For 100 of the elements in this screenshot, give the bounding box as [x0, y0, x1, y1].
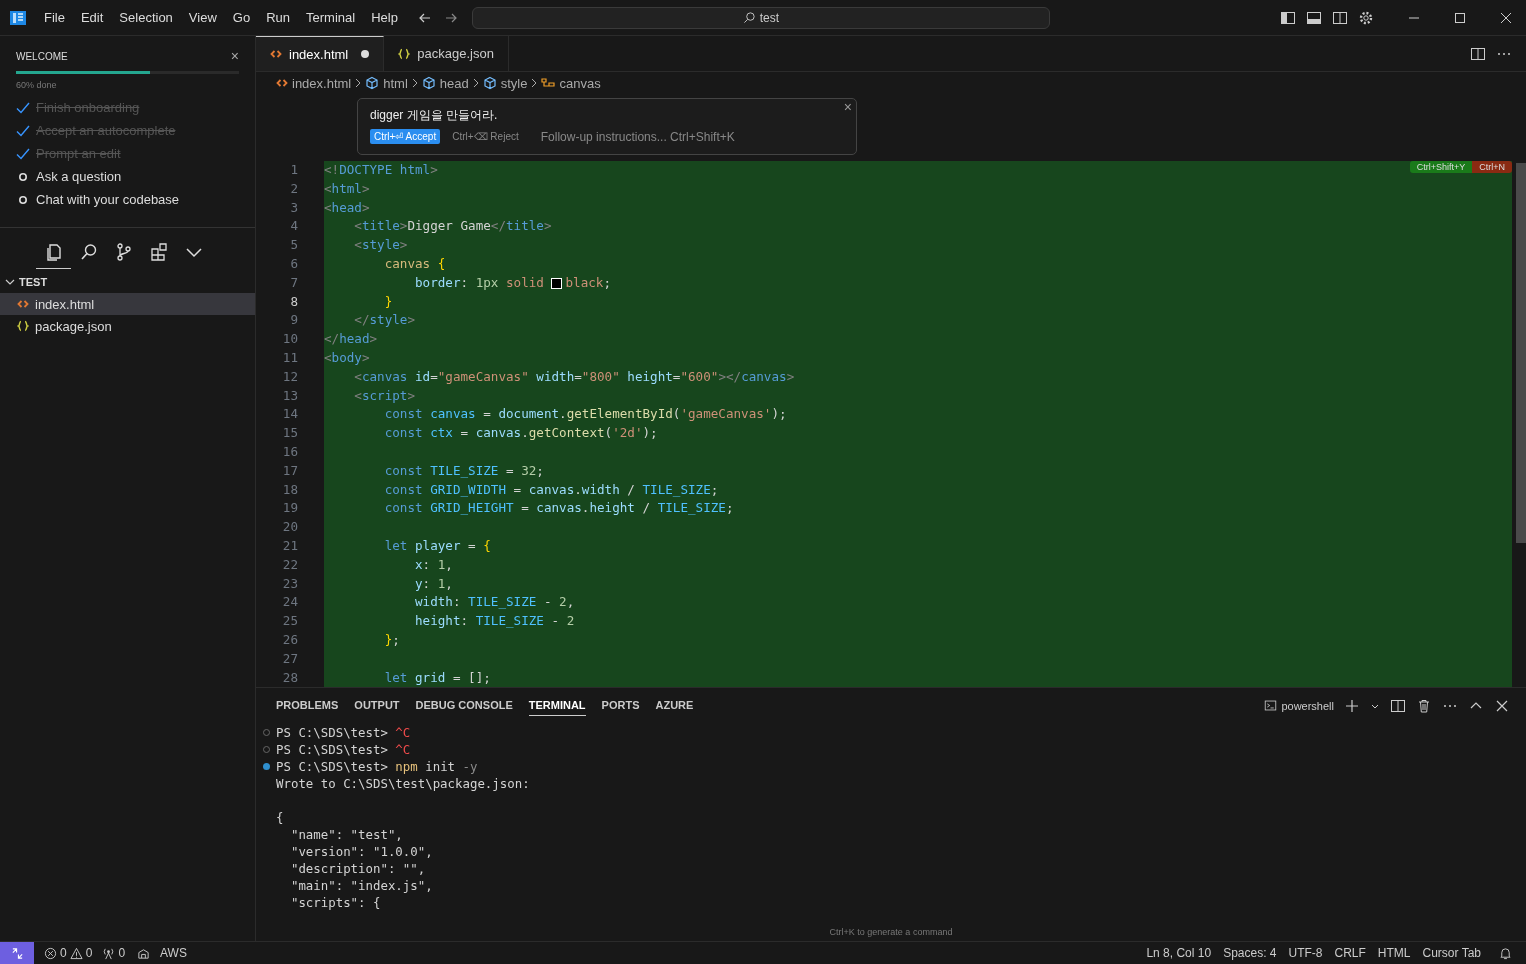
close-icon[interactable]	[1500, 11, 1512, 24]
command-center-field[interactable]: test	[471, 6, 1050, 29]
status-item[interactable]: Spaces: 4	[1223, 946, 1277, 960]
panel-tab[interactable]: OUTPUT	[354, 695, 400, 716]
braces-icon	[398, 47, 411, 60]
status-item[interactable]: CRLF	[1334, 946, 1366, 960]
shortcut-badge[interactable]: Ctrl+Shift+Y	[1409, 161, 1473, 173]
line-number: 26	[281, 630, 299, 649]
unsaved-dot[interactable]	[361, 50, 370, 58]
line-number: 6	[289, 255, 299, 273]
remote-button[interactable]	[0, 942, 34, 964]
terminal-line: {	[276, 810, 284, 825]
terminal-line: PS C:\SDS\test> npm init -y	[276, 759, 478, 774]
terminal-line: "scripts": {	[289, 895, 381, 910]
aws-status[interactable]: AWS	[160, 946, 187, 960]
menu-item[interactable]: Run	[258, 10, 298, 25]
line-number: 18	[281, 480, 299, 499]
chevron-icon	[530, 77, 539, 89]
explorer-entry[interactable]: index.html	[0, 293, 255, 315]
trash-icon[interactable]	[1416, 697, 1432, 714]
menu-item[interactable]: Selection	[111, 10, 181, 25]
scrollbar-thumb[interactable]	[1516, 163, 1526, 543]
code-line: const TILE_SIZE = 32;	[383, 461, 544, 480]
panel-tab[interactable]: TERMINAL	[528, 695, 586, 716]
code-line: </style>	[353, 311, 415, 330]
warning-icon	[69, 946, 83, 960]
breadcrumb[interactable]: head	[421, 75, 469, 91]
breadcrumb[interactable]: html	[365, 75, 408, 91]
line-number: 15	[281, 424, 299, 443]
status-item[interactable]: Ln 8, Col 10	[1146, 946, 1212, 960]
settings-icon[interactable]	[1358, 9, 1374, 26]
code-line: const ctx = canvas.getContext('2d');	[383, 424, 658, 443]
secondary-sidebar-icon[interactable]	[1332, 9, 1348, 26]
folder-header[interactable]: TEST	[0, 271, 255, 293]
line-number: 16	[281, 442, 299, 461]
status-item[interactable]: UTF-8	[1288, 946, 1323, 960]
bell-icon[interactable]	[1499, 946, 1512, 960]
command-marker[interactable]	[263, 763, 270, 770]
maximize-icon[interactable]	[1454, 11, 1466, 24]
explorer-entry[interactable]: package.json	[0, 315, 255, 337]
code-line: const GRID_HEIGHT = canvas.height / TILE_SIZE;	[383, 499, 734, 518]
line-number: 3	[289, 198, 299, 217]
menu-item[interactable]: Terminal	[298, 10, 364, 25]
editor-tab[interactable]: index.html	[256, 36, 385, 71]
braces-icon	[17, 320, 29, 332]
code-line: y: 1,	[414, 574, 453, 593]
line-number: 21	[281, 536, 299, 555]
panel-tab[interactable]: PROBLEMS	[276, 695, 339, 716]
close-button[interactable]: ×	[230, 50, 239, 62]
onboarding-step[interactable]: Ask a question	[36, 169, 122, 184]
code-text: border: 1px solid	[414, 273, 545, 292]
close-button[interactable]: ×	[843, 99, 852, 115]
shortcut-badge[interactable]: Ctrl+N	[1472, 161, 1512, 173]
progress-text: 60% done	[16, 80, 58, 90]
terminal-selector[interactable]: powershell	[1264, 699, 1334, 712]
code-line: const canvas = document.getElementById('gameCanvas');	[383, 405, 787, 424]
html-file-icon	[276, 77, 288, 89]
panel-toggle-icon[interactable]	[1306, 9, 1322, 26]
terminal-line: PS C:\SDS\test> ^C	[276, 742, 411, 757]
menu-item[interactable]: Edit	[72, 10, 112, 25]
code-line: <canvas id="gameCanvas" width="800" height="600"></canvas>	[353, 367, 795, 386]
split-terminal-icon[interactable]	[1390, 697, 1406, 714]
cube-icon	[482, 76, 497, 90]
code-text: black;	[565, 273, 611, 292]
split-editor-icon[interactable]	[1470, 45, 1486, 62]
remote-icon	[10, 946, 24, 960]
line-number: 19	[281, 499, 299, 518]
breadcrumb[interactable]: index.html	[276, 75, 352, 91]
reject-button[interactable]: Ctrl+⌫ Reject	[450, 129, 521, 144]
editor-tab[interactable]: package.json	[384, 36, 509, 71]
panel-tab[interactable]: AZURE	[655, 695, 694, 716]
app-logo-icon[interactable]	[9, 8, 27, 27]
menu-item[interactable]: Help	[363, 10, 406, 25]
line-number: 4	[289, 217, 299, 236]
antenna-icon	[102, 946, 116, 960]
line-number: 7	[289, 273, 299, 292]
chevron-icon	[354, 77, 363, 89]
menu-item[interactable]: Go	[224, 10, 259, 25]
code-line: <!DOCTYPE html>	[324, 161, 438, 179]
onboarding-step[interactable]: Chat with your codebase	[36, 192, 180, 207]
panel-tab[interactable]: DEBUG CONSOLE	[415, 695, 513, 716]
panel-tab[interactable]: PORTS	[601, 695, 640, 716]
color-swatch-icon[interactable]	[551, 277, 563, 289]
code-line: const GRID_WIDTH = canvas.width / TILE_SIZE;	[383, 480, 719, 499]
terminal-icon	[1264, 699, 1278, 712]
menu-item[interactable]: View	[180, 10, 225, 25]
html-file-icon	[270, 48, 282, 60]
section-title: WELCOME	[16, 50, 68, 62]
code-line: canvas {	[383, 255, 446, 273]
line-number: 9	[289, 311, 299, 330]
plus-icon[interactable]	[1344, 697, 1360, 714]
status-item[interactable]: Cursor Tab	[1422, 946, 1481, 960]
line-number: 8	[289, 292, 299, 311]
follow-up-hint: Follow-up instructions... Ctrl+Shift+K	[540, 129, 735, 144]
status-item[interactable]: HTML	[1377, 946, 1411, 960]
breadcrumb[interactable]: style	[482, 75, 528, 91]
terminal-hint: Ctrl+K to generate a command	[829, 927, 953, 937]
sidebar-toggle-icon[interactable]	[1280, 9, 1296, 26]
breadcrumb[interactable]: canvas	[541, 75, 601, 91]
menu-item[interactable]: File	[36, 10, 73, 25]
